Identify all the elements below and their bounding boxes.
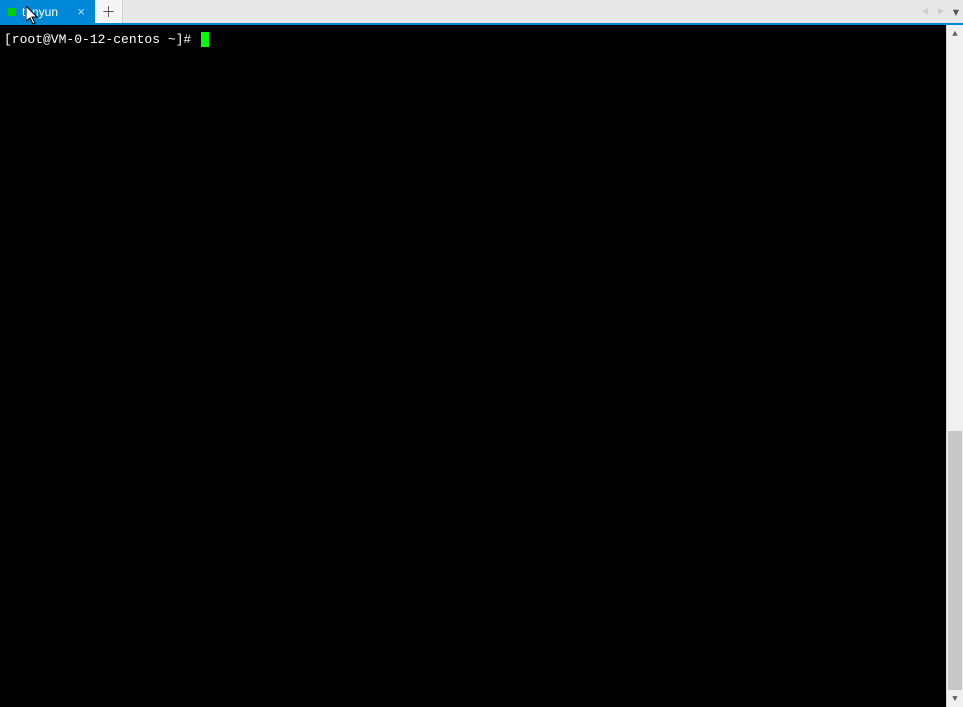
chevron-down-icon: ▾: [951, 2, 961, 22]
app-window: tenyun × ＋ ◀ ▶ ▾ [root@VM-0-12-centos ~]…: [0, 0, 963, 707]
tab-label: tenyun: [22, 5, 69, 19]
triangle-down-icon: ▼: [952, 694, 957, 704]
tab-nav-right-button[interactable]: ▶: [933, 1, 949, 23]
chevron-left-icon: ◀: [922, 6, 928, 18]
chevron-right-icon: ▶: [938, 6, 944, 18]
terminal-cursor: [201, 32, 209, 47]
terminal-viewport[interactable]: [root@VM-0-12-centos ~]#: [0, 25, 946, 707]
new-tab-button[interactable]: ＋: [95, 0, 123, 23]
scroll-down-button[interactable]: ▼: [947, 690, 963, 707]
session-tab-tenyun[interactable]: tenyun ×: [0, 0, 95, 23]
scroll-up-button[interactable]: ▲: [947, 25, 963, 42]
tab-nav-left-button[interactable]: ◀: [917, 1, 933, 23]
main-area: [root@VM-0-12-centos ~]# ▲ ▼: [0, 25, 963, 707]
tab-bar: tenyun × ＋ ◀ ▶ ▾: [0, 0, 963, 25]
scroll-track[interactable]: [947, 42, 963, 690]
vertical-scrollbar[interactable]: ▲ ▼: [946, 25, 963, 707]
tab-navigation: ◀ ▶ ▾: [917, 0, 963, 23]
shell-prompt: [root@VM-0-12-centos ~]#: [4, 32, 199, 47]
connection-status-icon: [8, 8, 16, 16]
scroll-thumb[interactable]: [948, 431, 962, 690]
triangle-up-icon: ▲: [952, 29, 957, 39]
plus-icon: ＋: [102, 2, 116, 22]
close-tab-button[interactable]: ×: [75, 5, 87, 18]
tab-list-dropdown-button[interactable]: ▾: [949, 1, 963, 23]
